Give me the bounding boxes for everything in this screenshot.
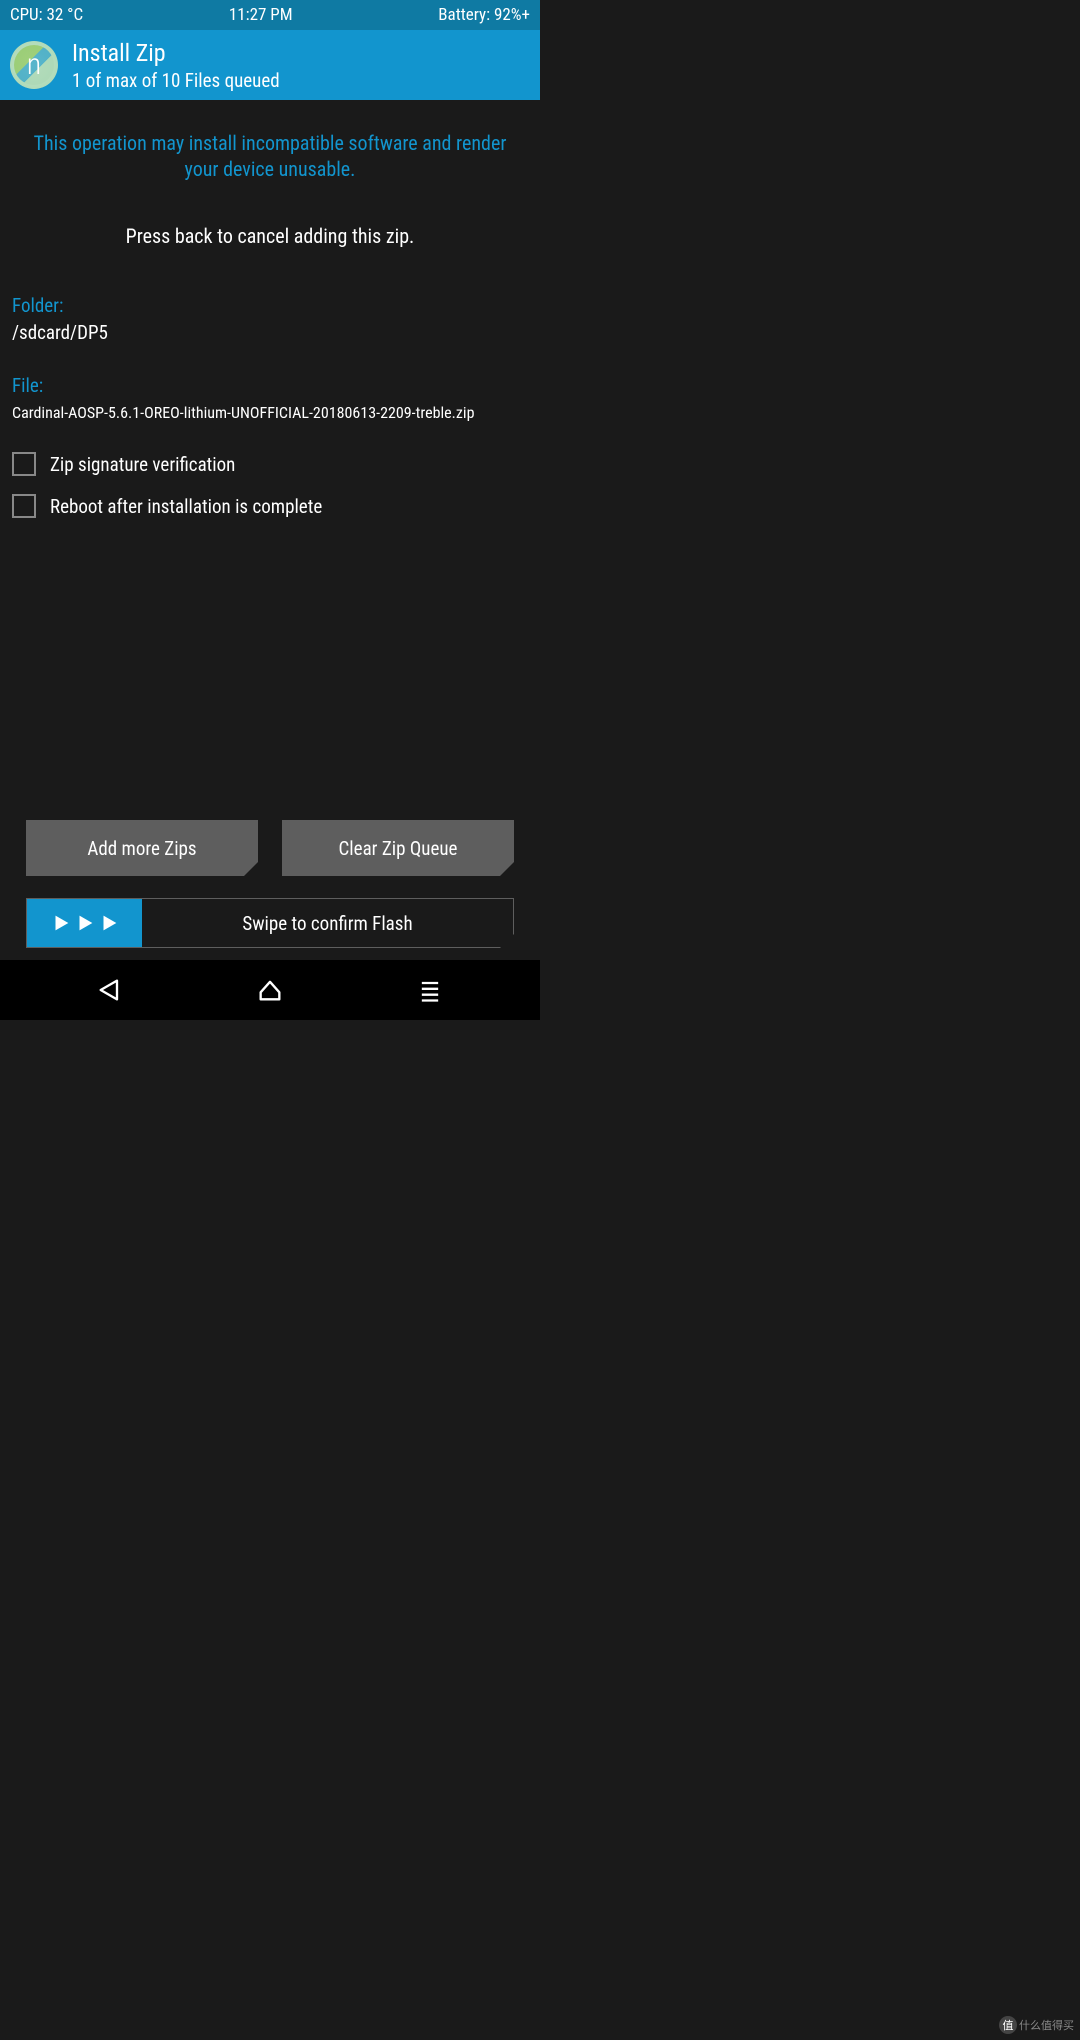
battery-level: Battery: 92%+: [438, 5, 530, 25]
file-value: Cardinal-AOSP-5.6.1-OREO-lithium-UNOFFIC…: [12, 403, 528, 422]
reboot-after-label: Reboot after installation is complete: [50, 495, 322, 518]
swipe-label: Swipe to confirm Flash: [142, 912, 513, 935]
page-title: Install Zip: [72, 39, 280, 67]
watermark-badge: 值: [999, 2016, 1017, 2034]
clock: 11:27 PM: [229, 5, 293, 25]
header-text: Install Zip 1 of max of 10 Files queued: [72, 39, 280, 92]
queue-status: 1 of max of 10 Files queued: [72, 69, 280, 92]
file-block: File: Cardinal-AOSP-5.6.1-OREO-lithium-U…: [12, 374, 528, 422]
folder-label: Folder:: [12, 294, 528, 317]
warning-text: This operation may install incompatible …: [12, 130, 528, 182]
logo-letter: n: [27, 50, 41, 80]
home-icon: [256, 976, 284, 1004]
reboot-after-row[interactable]: Reboot after installation is complete: [12, 494, 528, 518]
play-icon: [74, 912, 96, 934]
clear-zip-queue-button[interactable]: Clear Zip Queue: [282, 820, 514, 876]
menu-button[interactable]: [412, 972, 448, 1008]
instruction-text: Press back to cancel adding this zip.: [12, 224, 528, 248]
header: n Install Zip 1 of max of 10 Files queue…: [0, 30, 540, 100]
cpu-temp: CPU: 32 °C: [10, 5, 83, 25]
swipe-handle[interactable]: [27, 899, 142, 947]
file-label: File:: [12, 374, 528, 397]
add-more-zips-button[interactable]: Add more Zips: [26, 820, 258, 876]
back-button[interactable]: [92, 972, 128, 1008]
zip-verify-row[interactable]: Zip signature verification: [12, 452, 528, 476]
back-icon: [96, 976, 124, 1004]
watermark-text: 什么值得买: [1019, 2017, 1074, 2033]
content-area: This operation may install incompatible …: [0, 100, 540, 960]
swipe-to-flash[interactable]: Swipe to confirm Flash: [26, 898, 514, 948]
folder-value: /sdcard/DP5: [12, 321, 528, 344]
zip-verify-label: Zip signature verification: [50, 453, 235, 476]
status-bar: CPU: 32 °C 11:27 PM Battery: 92%+: [0, 0, 540, 30]
nav-bar: [0, 960, 540, 1020]
watermark: 值 什么值得买: [999, 2016, 1074, 2034]
play-icon: [98, 912, 120, 934]
zip-verify-checkbox[interactable]: [12, 452, 36, 476]
button-row: Add more Zips Clear Zip Queue: [12, 820, 528, 876]
folder-block: Folder: /sdcard/DP5: [12, 294, 528, 344]
play-icon: [50, 912, 72, 934]
menu-icon: [416, 976, 444, 1004]
home-button[interactable]: [252, 972, 288, 1008]
reboot-after-checkbox[interactable]: [12, 494, 36, 518]
twrp-logo-icon: n: [10, 41, 58, 89]
